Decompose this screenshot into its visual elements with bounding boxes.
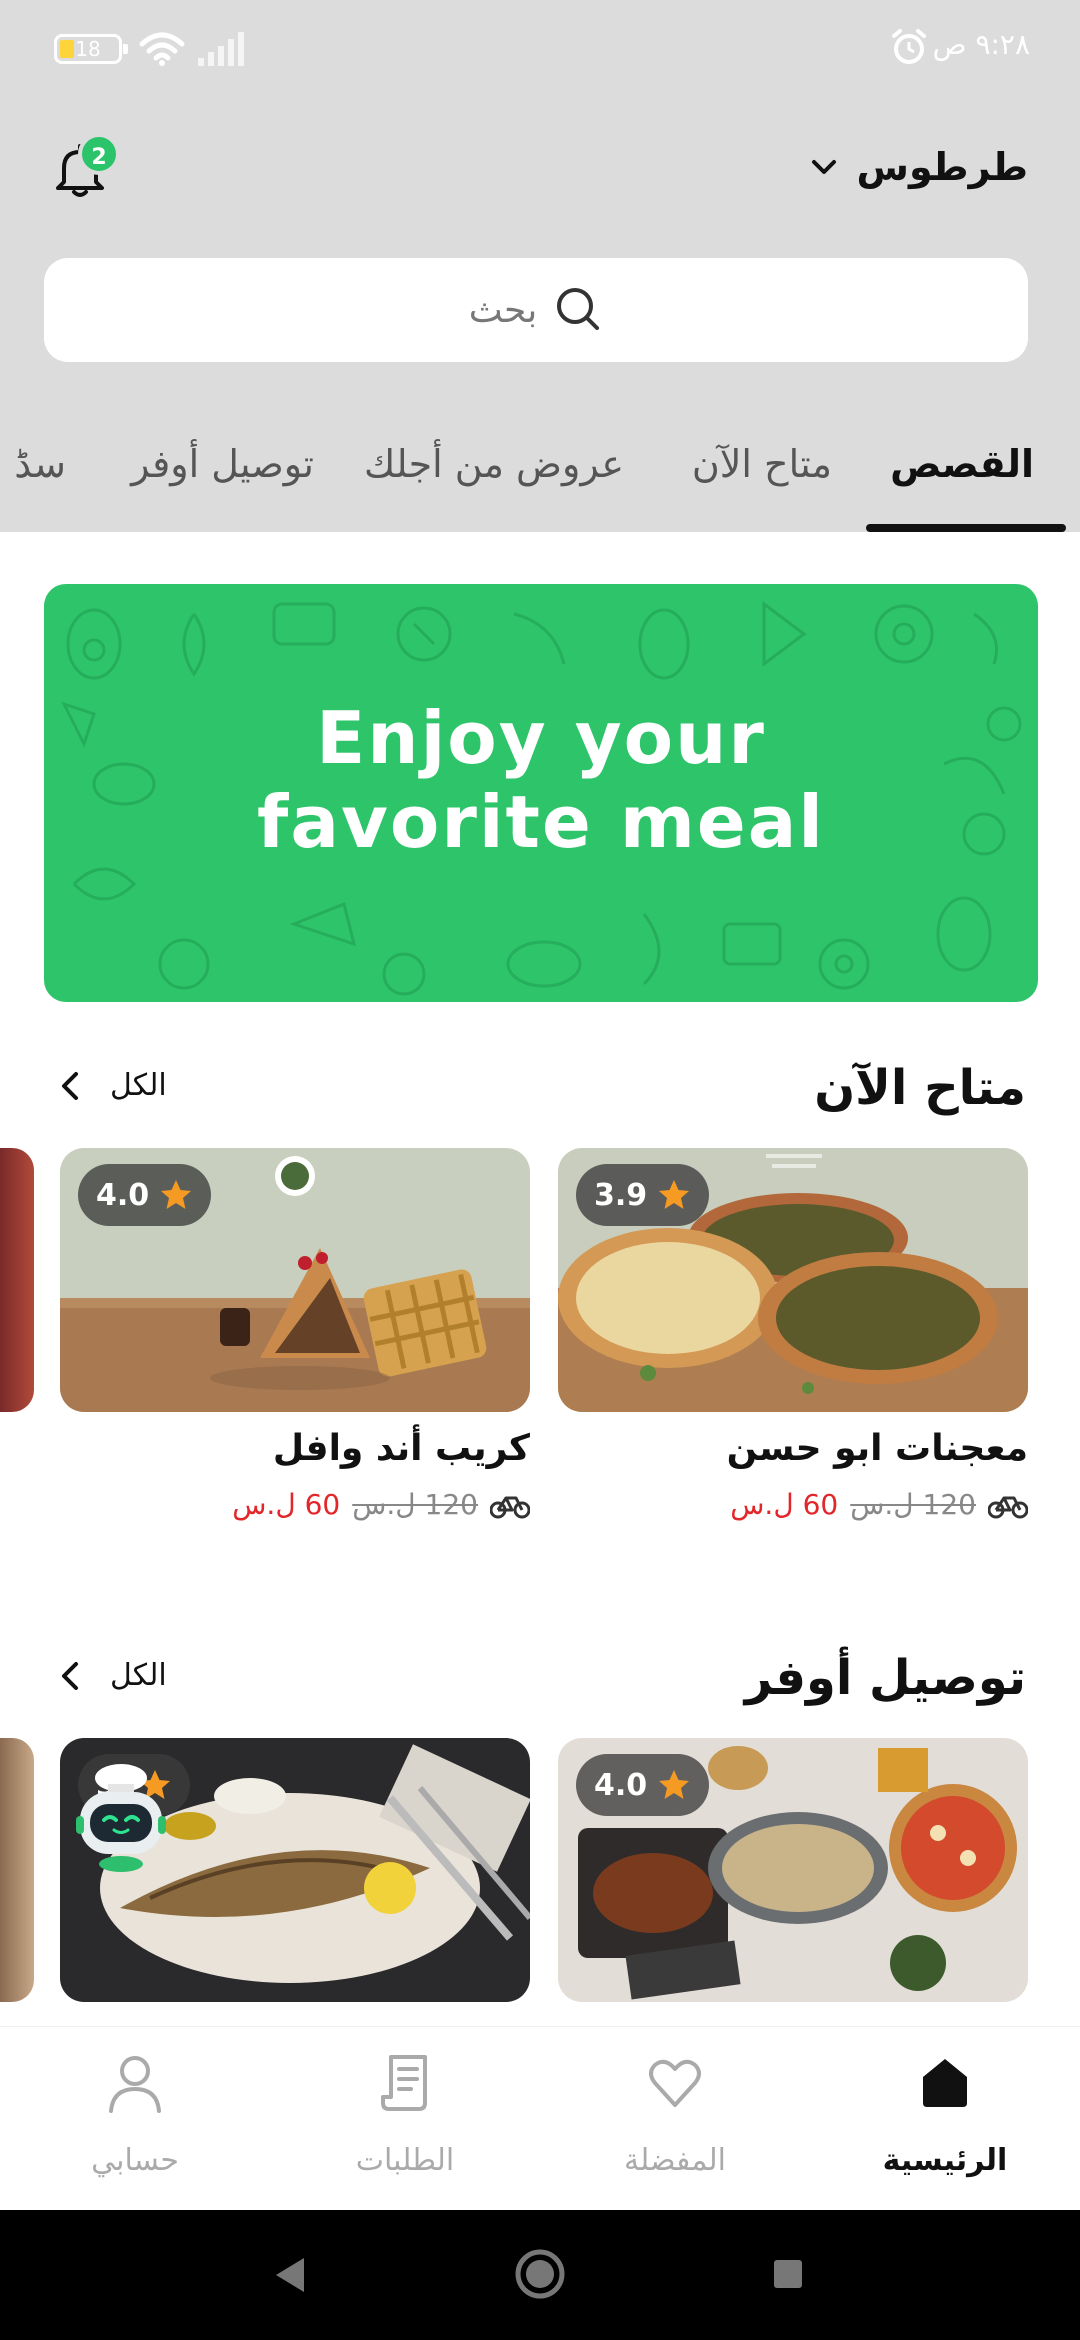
restaurant-card[interactable]: 4.0 [558, 1738, 1028, 2002]
nav-home[interactable]: الرئيسية [810, 2027, 1080, 2211]
discount-price: 60 ل.س [232, 1488, 341, 1521]
old-price: 120 ل.س [850, 1488, 976, 1521]
category-tabs: القصص متاح الآن عروض من أجلك توصيل أوفر … [0, 420, 1080, 532]
restaurant-name: كريب أند وافل [272, 1428, 530, 1469]
star-icon [659, 1770, 690, 1799]
banner-headline: Enjoy your favorite meal [44, 696, 1038, 864]
bottom-navigation: الرئيسية المفضلة الطلبات حسابي [0, 2026, 1080, 2210]
section-title-available-now: متاح الآن [814, 1060, 1026, 1116]
active-tab-indicator [866, 524, 1066, 532]
promo-banner[interactable]: Enjoy your favorite meal [44, 584, 1038, 1002]
battery-level: 18 [75, 37, 101, 61]
price-row: 120 ل.س 60 ل.س [232, 1488, 530, 1521]
tab-available-now[interactable]: متاح الآن [692, 442, 832, 486]
rating-value: 4.0 [594, 1767, 648, 1803]
alarm-icon [892, 29, 926, 64]
wifi-icon [139, 32, 185, 66]
user-icon [109, 2056, 161, 2113]
signal-icon [198, 32, 244, 66]
orders-icon [381, 2055, 427, 2111]
price-row: 120 ل.س 60 ل.س [730, 1488, 1028, 1521]
battery-icon: 18 [54, 34, 128, 64]
chevron-down-icon [811, 160, 836, 174]
location-selector[interactable]: طرطوس [809, 145, 1028, 189]
section-title-saver-delivery: توصيل أوفر [744, 1650, 1026, 1706]
nav-favorites-label: المفضلة [623, 2143, 727, 2178]
search-icon [557, 288, 600, 330]
tab-more[interactable]: سڈ [14, 442, 66, 486]
recents-icon[interactable] [772, 2258, 804, 2290]
search-placeholder: بحث [468, 289, 538, 331]
status-time: ٩:٢٨ ص [932, 28, 1030, 61]
nav-account-label: حسابي [91, 2143, 179, 2178]
rating-badge: 4.0 [78, 1164, 212, 1226]
home-icon [923, 2059, 967, 2107]
home-button-icon[interactable] [514, 2248, 566, 2300]
card-peek[interactable] [0, 1148, 34, 1412]
location-label: طرطوس [856, 145, 1028, 189]
see-all-label: الكل [110, 1658, 167, 1693]
see-all-label: الكل [110, 1068, 167, 1103]
banner-line-2: favorite meal [257, 780, 825, 864]
tab-saver-delivery[interactable]: توصيل أوفر [131, 442, 314, 486]
rating-value: 3.9 [594, 1177, 648, 1213]
notification-badge: 2 [78, 133, 120, 175]
banner-line-1: Enjoy your [316, 696, 766, 780]
nav-home-label: الرئيسية [882, 2143, 1008, 2178]
system-navigation-bar [0, 2210, 1080, 2340]
status-bar: 18 ٩:٢٨ ص [0, 0, 1080, 100]
restaurant-card[interactable]: 4.0 كريب أند وافل 120 ل.س 60 ل.س [60, 1148, 530, 1528]
heart-icon [649, 2059, 701, 2107]
app-header: 18 ٩:٢٨ ص طرطوس 2 بحث القصص متاح الآن عر… [0, 0, 1080, 532]
search-bar[interactable]: بحث [44, 258, 1028, 362]
tab-stories[interactable]: القصص [890, 442, 1034, 486]
back-icon[interactable] [272, 2256, 308, 2294]
nav-account[interactable]: حسابي [0, 2027, 270, 2211]
chatbot-icon[interactable] [74, 1756, 168, 1872]
tab-offers-for-you[interactable]: عروض من أجلك [364, 442, 624, 486]
restaurant-name: معجنات ابو حسن [726, 1428, 1028, 1469]
chevron-left-icon [62, 1071, 78, 1100]
star-icon [659, 1180, 690, 1209]
nav-orders-label: الطلبات [355, 2143, 455, 2178]
card-peek[interactable] [0, 1738, 34, 2002]
see-all-saver-delivery[interactable]: الكل [58, 1658, 167, 1693]
discount-price: 60 ل.س [730, 1488, 839, 1521]
bicycle-icon [988, 1496, 1028, 1518]
nav-favorites[interactable]: المفضلة [540, 2027, 810, 2211]
rating-value: 4.0 [96, 1177, 150, 1213]
old-price: 120 ل.س [352, 1488, 478, 1521]
rating-badge: 4.0 [576, 1754, 710, 1816]
chevron-left-icon [62, 1661, 78, 1690]
bicycle-icon [490, 1496, 530, 1518]
see-all-available-now[interactable]: الكل [58, 1068, 167, 1103]
restaurant-card[interactable]: 3.9 معجنات ابو حسن 120 ل.س 60 ل.س [558, 1148, 1028, 1528]
star-icon [161, 1180, 192, 1209]
nav-orders[interactable]: الطلبات [270, 2027, 540, 2211]
rating-badge: 3.9 [576, 1164, 710, 1226]
